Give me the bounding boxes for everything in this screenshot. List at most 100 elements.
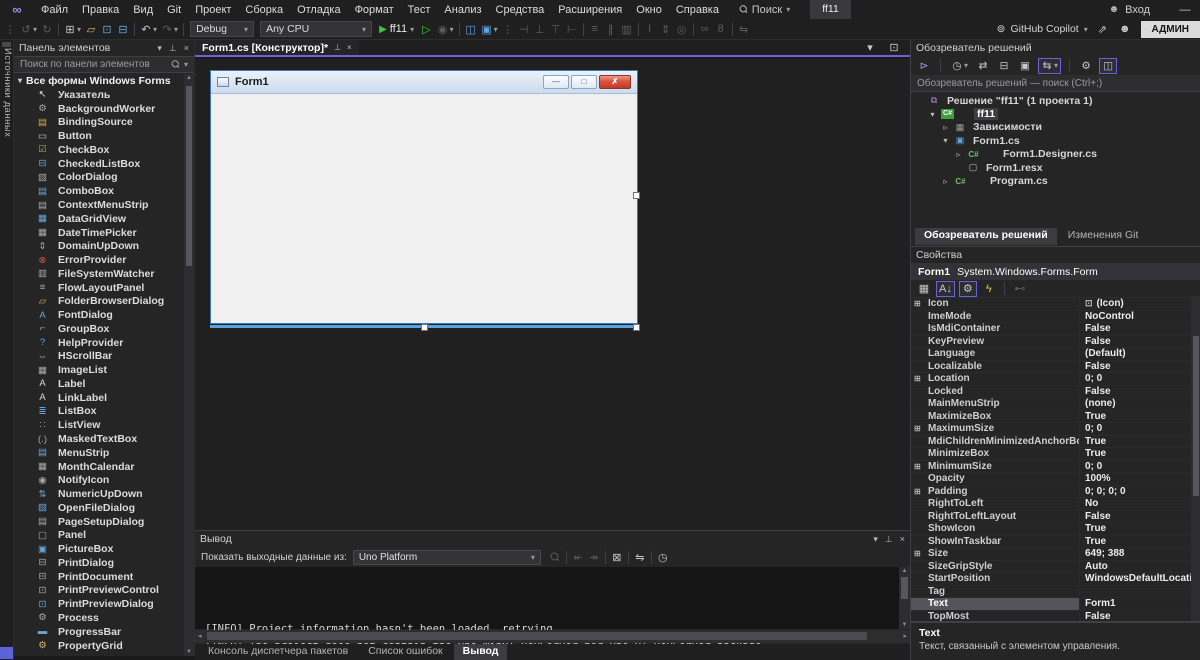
navigate-forward-icon[interactable]: ↻▾	[39, 21, 55, 37]
Location[interactable]: ⊞ Location ⊡ 0; 0	[911, 373, 1200, 386]
menu-item[interactable]: Расширения	[551, 4, 629, 16]
MinimumSize[interactable]: ⊞ MinimumSize ⊡ 0; 0	[911, 460, 1200, 473]
chevron-down-icon[interactable]: ▾	[494, 25, 498, 34]
chevron-down-icon[interactable]: ▾	[450, 25, 454, 34]
find-message-icon[interactable]: Ϙ	[544, 546, 567, 569]
open-file-icon[interactable]: ▱▾	[83, 21, 99, 37]
switch-views-icon[interactable]: ⊳▾	[916, 58, 932, 74]
close-icon[interactable]: ×	[347, 43, 352, 52]
minimize-button[interactable]: —	[1170, 4, 1200, 16]
expand-icon[interactable]: ⊞	[914, 299, 921, 308]
toolbox-item[interactable]: ⚙ PropertyGrid	[14, 639, 194, 653]
toolbox-item[interactable]: ⚙ Process	[14, 611, 194, 625]
menu-item[interactable]: Правка	[75, 4, 126, 16]
menu-item[interactable]: Файл	[34, 4, 75, 16]
chevron-down-icon[interactable]: ▾	[174, 25, 178, 34]
toolbox-item[interactable]: ⊟ CheckedListBox	[14, 157, 194, 171]
collapse-all-icon[interactable]: ⊟▾	[996, 58, 1012, 74]
property-value-cell[interactable]: ⊡	[1079, 585, 1200, 597]
toolbox-item[interactable]: ↖ Указатель	[14, 88, 194, 102]
properties-scrollbar[interactable]	[1191, 296, 1200, 621]
pin-icon[interactable]: ⊥	[334, 43, 341, 52]
layout-tool-icon[interactable]: ≡	[587, 21, 603, 37]
expand-icon[interactable]: ⊞	[914, 487, 921, 496]
solution-tree-item[interactable]: ▹ C# C# ▦ Зависимости	[911, 121, 1200, 134]
chevron-down-icon[interactable]: ▾	[184, 60, 188, 69]
scroll-left-icon[interactable]: ◂	[198, 632, 202, 640]
IsMdiContainer[interactable]: ⊞ IsMdiContainer ⊡ False	[911, 323, 1200, 336]
toolbar-grip[interactable]: ⋮▾	[2, 21, 18, 37]
sync-with-active-icon[interactable]: ⇆ ▾	[1038, 57, 1062, 74]
toolbox-item[interactable]: ▥ FileSystemWatcher	[14, 267, 194, 281]
Size[interactable]: ⊞ Size ⊡ 649; 388	[911, 548, 1200, 561]
toolbox-item[interactable]: ≣ ListBox	[14, 405, 194, 419]
property-pages-icon[interactable]: ⊷	[1012, 281, 1028, 297]
toolbox-item[interactable]: ▢ Panel	[14, 529, 194, 543]
toolbox-item[interactable]: ? HelpProvider	[14, 336, 194, 350]
output-toolbar-icon[interactable]	[650, 550, 652, 564]
property-value-cell[interactable]: ⊡ Auto	[1079, 560, 1200, 572]
layout-tool-icon[interactable]: ⊢	[564, 21, 580, 37]
output-horizontal-scrollbar[interactable]: ◂ ▸	[195, 630, 910, 643]
StartPosition[interactable]: ⊞ StartPosition ⊡ WindowsDefaultLocation	[911, 573, 1200, 586]
layout-tool-icon[interactable]: ◎	[674, 21, 690, 37]
toolbox-item[interactable]: ☑ CheckBox	[14, 143, 194, 157]
property-value-cell[interactable]: ⊡ (Default)	[1079, 348, 1200, 360]
tree-expander-icon[interactable]: ▹	[941, 177, 950, 186]
float-icon[interactable]: ⊡	[886, 40, 902, 56]
right-panel-tab[interactable]: Изменения Git	[1059, 228, 1148, 245]
layout-tool-icon[interactable]	[637, 22, 639, 36]
start-without-debug-button[interactable]: ▷	[422, 23, 430, 36]
search-menu[interactable]: Ϙ Поиск ▾	[737, 3, 790, 16]
wrench-icon[interactable]: ⚙▾	[1078, 58, 1094, 74]
tree-expander-icon[interactable]: ▹	[954, 150, 963, 159]
toolbox-item[interactable]: ◉ NotifyIcon	[14, 473, 194, 487]
next-message-icon[interactable]: ↠	[586, 549, 602, 565]
menu-item[interactable]: Вид	[126, 4, 160, 16]
layout-tool-icon[interactable]	[731, 22, 733, 36]
KeyPreview[interactable]: ⊞ KeyPreview ⊡ False	[911, 335, 1200, 348]
bottom-panel-tab[interactable]: Консоль диспетчера пакетов	[199, 644, 357, 660]
save-all-icon[interactable]: ⊟▾	[115, 21, 131, 37]
sync-icon[interactable]: ⇄▾	[975, 58, 991, 74]
property-value-cell[interactable]: ⊡ True	[1079, 535, 1200, 547]
share-icon[interactable]: ⇗	[1096, 21, 1109, 37]
layout-tool-icon[interactable]: ⇋	[736, 21, 752, 37]
MinimizeBox[interactable]: ⊞ MinimizeBox ⊡ True	[911, 448, 1200, 461]
toolbox-item[interactable]: ▦ MonthCalendar	[14, 460, 194, 474]
expand-icon[interactable]: ⊞	[914, 424, 921, 433]
property-value-cell[interactable]: ⊡ True	[1079, 435, 1200, 447]
property-value-cell[interactable]: ⊡ NoControl	[1079, 310, 1200, 322]
toolbox-item[interactable]: ⇕ DomainUpDown	[14, 239, 194, 253]
toolbox-item[interactable]: ▦ DataGridView	[14, 212, 194, 226]
bottom-panel-tab[interactable]: Список ошибок	[359, 644, 451, 660]
toolbox-item[interactable]: ▤ BindingSource	[14, 116, 194, 130]
layout-tool-icon[interactable]: ∞	[697, 21, 713, 37]
Tag[interactable]: ⊞ Tag ⊡	[911, 585, 1200, 598]
expand-icon[interactable]: ⊞	[914, 374, 921, 383]
property-value-cell[interactable]: ⊡ 0; 0	[1079, 373, 1200, 385]
platform-select[interactable]: Any CPU ▾	[260, 21, 373, 37]
github-copilot-button[interactable]: ⊚ GitHub Copilot ▾	[997, 23, 1088, 35]
start-debug-button[interactable]: ▶ ff11 ▾	[379, 23, 414, 35]
ShowIcon[interactable]: ⊞ ShowIcon ⊡ True	[911, 523, 1200, 536]
layout-tool-icon[interactable]: ∥	[603, 21, 619, 37]
toolbox-item[interactable]: ▬ ProgressBar	[14, 625, 194, 639]
chevron-down-icon[interactable]: ▾	[873, 534, 878, 545]
toolbox-item[interactable]: ▤ MenuStrip	[14, 446, 194, 460]
toolbox-item[interactable]: ▦ DateTimePicker	[14, 226, 194, 240]
toolbox-item[interactable]: ⇔ HScrollBar	[14, 350, 194, 364]
RightToLeft[interactable]: ⊞ RightToLeft ⊡ No	[911, 498, 1200, 511]
document-dropdown-icon[interactable]: ▾	[862, 40, 878, 56]
property-value-cell[interactable]: ⊡ False	[1079, 510, 1200, 522]
events-icon[interactable]: ϟ	[981, 281, 997, 297]
categorized-icon[interactable]: ▦	[916, 281, 932, 297]
toolbox-panel-icon[interactable]: ◫▾	[463, 21, 479, 37]
properties-toolbar-icon[interactable]	[1003, 282, 1005, 295]
solution-explorer-toolbar-icon[interactable]: ▾	[940, 59, 941, 72]
ShowInTaskbar[interactable]: ⊞ ShowInTaskbar ⊡ True	[911, 535, 1200, 548]
chevron-down-icon[interactable]: ▾	[964, 61, 968, 70]
layout-tool-icon[interactable]: ⊤	[548, 21, 564, 37]
solution-panel-icon[interactable]: ▣ ▾	[479, 21, 500, 37]
pin-icon[interactable]: ⊥	[169, 43, 177, 54]
